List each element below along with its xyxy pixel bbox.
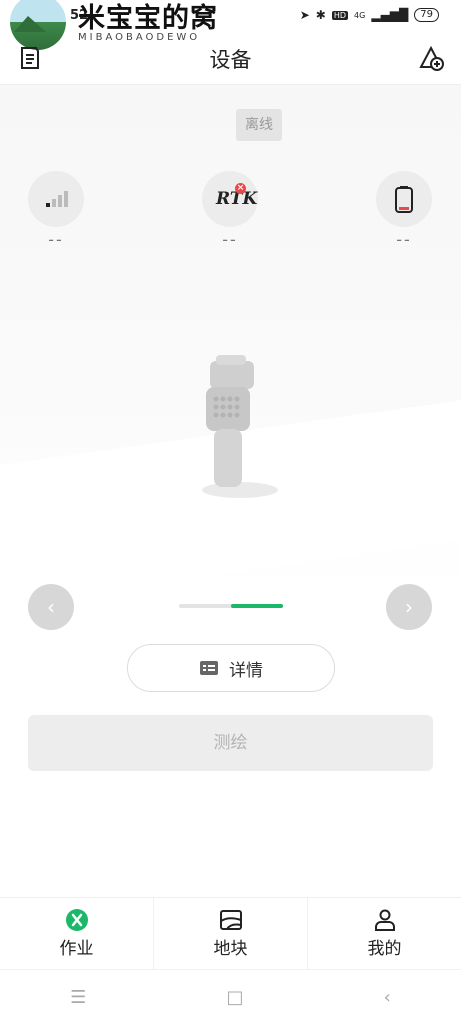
status-icons: ➤ ✱ HD 4G ▂▄▆█ 79 (300, 8, 439, 22)
previous-device-button[interactable]: ‹ (28, 584, 74, 630)
device-pager (179, 604, 283, 608)
pager-active-indicator (231, 604, 283, 608)
tab-plots-label: 地块 (213, 939, 248, 959)
add-device-icon[interactable] (417, 44, 445, 72)
battery-stat (376, 171, 432, 227)
detail-card-icon (200, 661, 218, 675)
chevron-right-icon: › (405, 595, 413, 619)
signal-strength-icon (46, 191, 68, 207)
watermark-text: 米宝宝的窝 (78, 3, 218, 34)
tab-profile[interactable]: 我的 (308, 898, 461, 970)
rtk-error-icon: × (235, 183, 246, 194)
detail-button[interactable]: 详情 (127, 644, 335, 692)
survey-button[interactable]: 测绘 (28, 715, 433, 771)
battery-value: -- (396, 230, 412, 249)
home-icon[interactable]: □ (226, 987, 243, 1008)
signal-stat (28, 171, 84, 227)
map-plot-icon (219, 910, 242, 930)
rtk-value: -- (222, 230, 238, 249)
battery-indicator: 79 (414, 8, 439, 22)
network-label: 4G (354, 10, 366, 20)
header: 设备 (0, 36, 461, 85)
page-title: 设备 (209, 48, 252, 72)
status-bar: 52 米宝宝的窝 MIBAOBAODEWO ➤ ✱ HD 4G ▂▄▆█ 79 (0, 0, 461, 50)
bottom-tab-bar: 作业 地块 我的 (0, 897, 461, 970)
signal-value: -- (48, 230, 64, 249)
tab-plots[interactable]: 地块 (154, 898, 308, 970)
back-icon[interactable]: ‹ (384, 987, 391, 1008)
tab-work[interactable]: 作业 (0, 898, 154, 970)
hd-icon: HD (331, 10, 349, 20)
signal-icon: ▂▄▆█ (371, 8, 409, 22)
device-status-badge: 离线 (236, 109, 282, 141)
next-device-button[interactable]: › (386, 584, 432, 630)
work-icon (65, 909, 88, 931)
system-nav-bar: ☰ □ ‹ (0, 969, 461, 1025)
chevron-left-icon: ‹ (47, 595, 55, 619)
bluetooth-icon: ✱ (315, 8, 326, 22)
battery-icon (395, 186, 413, 213)
rtk-stat: RTK × (202, 171, 258, 227)
location-icon: ➤ (299, 8, 310, 22)
profile-icon (374, 909, 395, 931)
tab-profile-label: 我的 (367, 939, 402, 959)
remote-controller-image (202, 355, 278, 498)
detail-label: 详情 (229, 660, 263, 681)
tab-work-label: 作业 (59, 939, 94, 959)
device-stage: 离线 -- RTK × -- -- (0, 85, 461, 595)
menu-icon[interactable]: ☰ (70, 987, 86, 1008)
